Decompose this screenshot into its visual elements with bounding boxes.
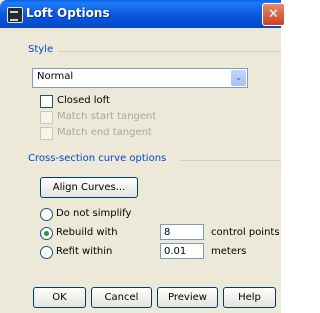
preview-button[interactable]: Preview bbox=[157, 287, 218, 308]
rebuild-with-label: Rebuild with bbox=[56, 227, 118, 238]
match-start-tangent-label: Match start tangent bbox=[57, 111, 157, 122]
rebuild-with-radio[interactable] bbox=[40, 227, 53, 240]
refit-tolerance-input[interactable]: 0.01 bbox=[160, 243, 204, 259]
chevron-down-icon[interactable]: ⌄ bbox=[231, 70, 246, 86]
do-not-simplify-radio[interactable] bbox=[40, 208, 53, 221]
match-start-tangent-checkbox[interactable] bbox=[40, 111, 53, 124]
refit-within-label: Refit within bbox=[56, 246, 113, 257]
closed-loft-label: Closed loft bbox=[57, 95, 110, 106]
app-icon bbox=[7, 7, 23, 23]
match-end-tangent-label: Match end tangent bbox=[57, 127, 152, 138]
match-end-tangent-checkbox[interactable] bbox=[40, 127, 53, 140]
style-group-divider bbox=[58, 51, 281, 52]
ok-button[interactable]: OK bbox=[33, 287, 86, 308]
radio-selected-dot bbox=[44, 231, 49, 236]
refit-within-radio[interactable] bbox=[40, 246, 53, 259]
control-points-unit: control points bbox=[211, 227, 280, 238]
loft-options-dialog: Loft Options ✕ Style Normal ⌄ Closed lof… bbox=[0, 0, 285, 313]
align-curves-button[interactable]: Align Curves... bbox=[40, 177, 138, 198]
title-bar[interactable]: Loft Options ✕ bbox=[0, 0, 285, 28]
rebuild-control-points-input[interactable]: 8 bbox=[160, 224, 204, 240]
style-group-label: Style bbox=[28, 44, 54, 55]
cross-section-group-label: Cross-section curve options bbox=[28, 153, 167, 164]
style-select-value: Normal bbox=[37, 71, 74, 82]
do-not-simplify-label: Do not simplify bbox=[56, 208, 132, 219]
close-button[interactable]: ✕ bbox=[262, 3, 285, 26]
meters-unit: meters bbox=[211, 246, 247, 257]
cross-section-group-divider bbox=[180, 160, 281, 161]
help-button[interactable]: Help bbox=[223, 287, 276, 308]
closed-loft-checkbox[interactable] bbox=[40, 95, 53, 108]
cancel-button[interactable]: Cancel bbox=[91, 287, 152, 308]
window-title: Loft Options bbox=[26, 6, 110, 20]
style-select[interactable]: Normal ⌄ bbox=[32, 68, 248, 88]
